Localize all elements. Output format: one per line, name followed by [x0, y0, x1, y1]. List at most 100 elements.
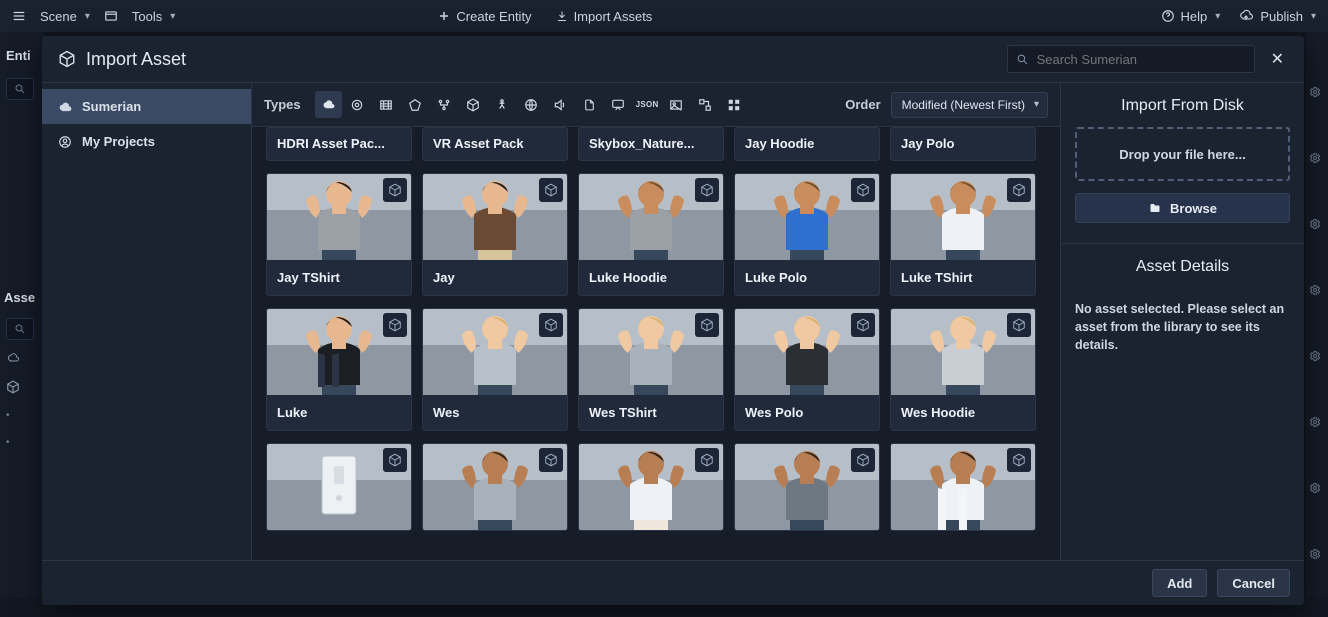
asset-card[interactable]: Luke Polo: [734, 173, 880, 296]
add-button[interactable]: Add: [1152, 569, 1207, 597]
asset-card[interactable]: Jay Hoodie: [734, 127, 880, 161]
asset-card[interactable]: Luke Hoodie: [578, 173, 724, 296]
cube-icon: [539, 448, 563, 472]
create-entity-label: Create Entity: [456, 9, 531, 24]
asset-label: Luke TShirt: [891, 260, 1035, 295]
asset-card[interactable]: VR Asset Pack: [422, 127, 568, 161]
asset-card[interactable]: [422, 443, 568, 531]
type-cloud-icon[interactable]: [315, 91, 342, 118]
nav-item-my-projects[interactable]: My Projects: [42, 124, 251, 159]
asset-card[interactable]: Luke TShirt: [890, 173, 1036, 296]
gear-icon: [1308, 86, 1322, 98]
import-asset-modal: Import Asset ✕ Sumerian My Projects: [42, 36, 1304, 605]
type-behavior-icon[interactable]: [431, 91, 458, 118]
type-globe-icon[interactable]: [518, 91, 545, 118]
import-assets-button[interactable]: Import Assets: [556, 9, 653, 24]
type-mesh-icon[interactable]: [402, 91, 429, 118]
asset-card[interactable]: Jay TShirt: [266, 173, 412, 296]
assets-panel-title: Asse: [4, 290, 35, 305]
type-material-icon[interactable]: [344, 91, 371, 118]
cube-icon: [695, 448, 719, 472]
dropzone[interactable]: Drop your file here...: [1075, 127, 1290, 181]
modal-search[interactable]: [1007, 45, 1255, 73]
cube-icon: [695, 313, 719, 337]
type-filter-icons: JSON: [315, 91, 748, 118]
tools-menu[interactable]: Tools: [132, 9, 175, 24]
scene-menu[interactable]: Scene: [40, 9, 90, 24]
right-pane: Import From Disk Drop your file here... …: [1060, 83, 1304, 560]
type-speech-icon[interactable]: [605, 91, 632, 118]
cube-icon: [851, 178, 875, 202]
publish-menu[interactable]: Publish: [1238, 9, 1316, 24]
asset-card[interactable]: [734, 443, 880, 531]
asset-label: Luke Hoodie: [579, 260, 723, 295]
modal-title: Import Asset: [86, 49, 186, 70]
asset-thumbnail: [735, 444, 879, 530]
bullet-icon: •: [6, 437, 20, 448]
dropzone-label: Drop your file here...: [1119, 147, 1245, 162]
create-entity-button[interactable]: Create Entity: [438, 9, 531, 24]
gear-icon: [1308, 284, 1322, 296]
close-button[interactable]: ✕: [1267, 45, 1288, 73]
asset-card[interactable]: [266, 443, 412, 531]
assets-search[interactable]: [6, 318, 34, 340]
asset-label: Jay Polo: [891, 128, 1035, 159]
asset-label: Jay TShirt: [267, 260, 411, 295]
asset-thumbnail: [423, 444, 567, 530]
cloud-icon: [58, 100, 72, 114]
help-menu[interactable]: Help: [1161, 9, 1221, 24]
asset-card[interactable]: Wes TShirt: [578, 308, 724, 431]
browse-label: Browse: [1170, 201, 1217, 216]
nav-item-sumerian[interactable]: Sumerian: [42, 89, 251, 124]
asset-thumbnail: [423, 309, 567, 395]
type-texture-icon[interactable]: [663, 91, 690, 118]
cube-icon: [1007, 313, 1031, 337]
asset-card[interactable]: Wes Polo: [734, 308, 880, 431]
type-grid-icon[interactable]: [721, 91, 748, 118]
cancel-label: Cancel: [1232, 576, 1275, 591]
gear-icon: [1308, 218, 1322, 230]
cube-icon: [383, 178, 407, 202]
asset-card[interactable]: Jay Polo: [890, 127, 1036, 161]
asset-label: Wes TShirt: [579, 395, 723, 430]
type-statemachine-icon[interactable]: [692, 91, 719, 118]
asset-card[interactable]: [890, 443, 1036, 531]
asset-label: Skybox_Nature...: [579, 128, 723, 159]
asset-card[interactable]: Jay: [422, 173, 568, 296]
order-value: Modified (Newest First): [902, 98, 1025, 112]
cube-icon: [539, 178, 563, 202]
search-input[interactable]: [1037, 52, 1246, 67]
bg-asset-filter-icons: • •: [6, 352, 20, 448]
type-clip-icon[interactable]: [373, 91, 400, 118]
type-cube-icon[interactable]: [460, 91, 487, 118]
asset-card[interactable]: Wes: [422, 308, 568, 431]
asset-details-title: Asset Details: [1061, 244, 1304, 288]
nav-item-label: Sumerian: [82, 99, 141, 114]
asset-card[interactable]: Wes Hoodie: [890, 308, 1036, 431]
type-script-icon[interactable]: [576, 91, 603, 118]
import-assets-label: Import Assets: [574, 9, 653, 24]
asset-thumbnail: [579, 174, 723, 260]
menu-icon[interactable]: [12, 9, 26, 23]
asset-grid-scroll[interactable]: HDRI Asset Pac... VR Asset Pack Skybox_Nat…: [252, 127, 1060, 560]
type-json-icon[interactable]: JSON: [634, 91, 661, 118]
cancel-button[interactable]: Cancel: [1217, 569, 1290, 597]
type-skeleton-icon[interactable]: [489, 91, 516, 118]
asset-thumbnail: [735, 174, 879, 260]
browse-button[interactable]: Browse: [1075, 193, 1290, 223]
asset-toolbar: Types JSON: [252, 83, 1060, 127]
type-sound-icon[interactable]: [547, 91, 574, 118]
box-icon: [58, 50, 76, 68]
bg-gear-column: [1308, 86, 1322, 560]
asset-card[interactable]: HDRI Asset Pac...: [266, 127, 412, 161]
asset-label: Luke: [267, 395, 411, 430]
asset-card[interactable]: Luke: [266, 308, 412, 431]
asset-card[interactable]: [578, 443, 724, 531]
order-select[interactable]: Modified (Newest First): [891, 92, 1048, 118]
entities-search[interactable]: [6, 78, 34, 100]
asset-card[interactable]: Skybox_Nature...: [578, 127, 724, 161]
asset-thumbnail: [423, 174, 567, 260]
cube-icon: [851, 313, 875, 337]
asset-thumbnail: [891, 174, 1035, 260]
gear-icon: [1308, 152, 1322, 164]
